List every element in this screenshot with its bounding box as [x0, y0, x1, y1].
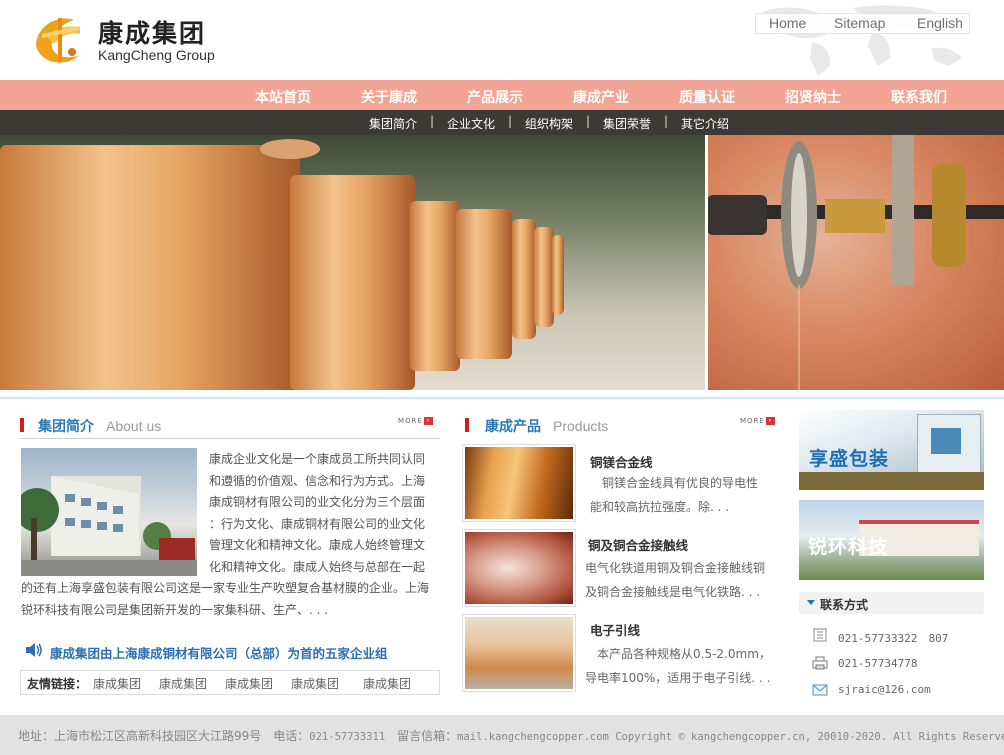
about-title: 集团简介	[38, 419, 94, 435]
about-text-line: 锐环科技有限公司是集团新开发的一家集科研、生产、. . .	[21, 603, 329, 617]
about-title-en: About us	[106, 418, 162, 434]
nav-item-jobs[interactable]: 招贤纳士	[785, 87, 841, 107]
section-marker	[20, 418, 24, 432]
ad-banner-ruihuan[interactable]: 锐环科技	[799, 500, 984, 580]
logo-chinese-name: 康成集团	[98, 19, 207, 48]
product-name[interactable]: 铜及铜合金接触线	[588, 535, 688, 554]
product-desc: 电气化铁道用铜及铜合金接触线铜	[585, 561, 766, 575]
products-title: 康成产品	[485, 419, 541, 435]
subnav-item-other[interactable]: 其它介绍	[681, 115, 729, 132]
products-more-link[interactable]: MORE ›	[740, 417, 775, 425]
product-image-copper-magnesium[interactable]	[462, 444, 576, 522]
subnav-item-honors[interactable]: 集团荣誉	[603, 115, 651, 132]
nav-item-home[interactable]: 本站首页	[255, 87, 311, 107]
kangcheng-logo-icon[interactable]	[28, 8, 90, 70]
footer-text: 地址：上海市松江区高新科技园区大江路99号 电话：021-57733311 留言…	[18, 727, 1004, 744]
ad-label: 锐环科技	[808, 536, 889, 558]
product-desc: 本产品各种规格从0.5-2.0mm，	[585, 647, 771, 661]
more-label: MORE	[398, 417, 423, 425]
contact-email[interactable]: sjraic@126.com	[838, 683, 931, 696]
nav-item-quality[interactable]: 质量认证	[679, 87, 735, 107]
speaker-icon	[26, 643, 42, 657]
product-name[interactable]: 电子引线	[590, 620, 640, 639]
about-text-line: 的还有上海享盛包装有限公司这是一家专业生产吹塑复合基材膜的企业。上海	[21, 581, 430, 595]
friend-link[interactable]: 康成集团	[291, 675, 339, 692]
subnav-separator: |	[664, 114, 669, 128]
about-text-line: 康成企业文化是一个康成员工所共同认同	[209, 452, 426, 466]
contact-fax: 021-57734778	[838, 657, 918, 670]
english-link[interactable]: English	[917, 15, 963, 31]
logo-english-name: KangCheng Group	[98, 47, 215, 63]
friend-link[interactable]: 康成集团	[93, 675, 141, 692]
product-desc: 导电率100%，适用于电子引线. . .	[585, 671, 771, 685]
contact-header: 联系方式	[799, 592, 984, 614]
friend-link[interactable]: 康成集团	[225, 675, 273, 692]
news-ticker[interactable]: 康成集团由上海康成铜材有限公司（总部）为首的五家企业组	[50, 643, 388, 662]
more-label: MORE	[740, 417, 765, 425]
subnav-item-intro[interactable]: 集团简介	[369, 115, 417, 132]
about-more-link[interactable]: MORE ›	[398, 417, 433, 425]
top-links-bar: Home Sitemap English	[755, 13, 970, 34]
phone-book-icon	[813, 628, 827, 642]
subnav-item-structure[interactable]: 组织构架	[525, 115, 573, 132]
nav-item-industry[interactable]: 康成产业	[573, 87, 629, 107]
main-nav: 本站首页 关于康成 产品展示 康成产业 质量认证 招贤纳士 联系我们	[0, 80, 1004, 110]
wire-pulley-photo	[707, 135, 1004, 390]
product-image-electronic-lead[interactable]	[462, 614, 576, 692]
footer-phone: 021-57733311	[309, 731, 386, 743]
copper-spools-photo	[0, 135, 707, 390]
friend-link[interactable]: 康成集团	[159, 675, 207, 692]
friend-links-label: 友情链接：	[27, 677, 88, 691]
home-link[interactable]: Home	[769, 15, 806, 31]
nav-item-contact[interactable]: 联系我们	[891, 87, 947, 107]
subnav-item-culture[interactable]: 企业文化	[447, 115, 495, 132]
footer: 地址：上海市松江区高新科技园区大江路99号 电话：021-57733311 留言…	[0, 715, 1004, 755]
email-icon	[812, 684, 828, 696]
products-title-en: Products	[553, 418, 609, 434]
contact-title: 联系方式	[820, 598, 869, 612]
sitemap-link[interactable]: Sitemap	[834, 15, 885, 31]
product-name[interactable]: 铜镁合金线	[590, 452, 653, 471]
more-arrow-icon: ›	[765, 417, 775, 425]
chevron-down-icon	[807, 600, 815, 605]
ad-label: 享盛包装	[809, 448, 890, 470]
product-desc: 能和较高抗拉强度。除. . .	[590, 500, 730, 514]
footer-address: 地址：上海市松江区高新科技园区大江路99号 电话：	[18, 729, 310, 743]
hero-banner	[0, 135, 1004, 390]
contact-phone: 021-57733322 807	[838, 632, 949, 645]
header: 康成集团 KangCheng Group Home Sitemap Englis…	[0, 0, 1004, 80]
nav-item-products[interactable]: 产品展示	[467, 87, 523, 107]
product-desc: 及铜合金接触线是电气化铁路. . .	[585, 585, 761, 599]
product-image-contact-wire[interactable]	[462, 529, 576, 607]
fax-icon	[812, 656, 828, 670]
about-text-line: ：行为文化、康成铜材有限公司的业文化	[209, 517, 426, 531]
about-text-line: 管理文化和精神文化。康成人始终管理文	[209, 538, 426, 552]
ad-banner-xiangsheng[interactable]: 享盛包装	[799, 410, 984, 490]
about-text-line: 化和精神文化。康成人始终与总部在一起	[209, 560, 426, 574]
product-desc: 铜镁合金线具有优良的导电性	[590, 476, 759, 490]
company-building-photo[interactable]	[21, 448, 197, 576]
section-marker	[465, 418, 469, 432]
more-arrow-icon: ›	[423, 417, 433, 425]
subnav-separator: |	[430, 114, 435, 128]
about-text-line: 康成铜材有限公司的业文化分为三个层面	[209, 495, 426, 509]
about-text-line: 和遵循的价值观、信念和行为方式。上海	[209, 474, 426, 488]
nav-item-about[interactable]: 关于康成	[361, 87, 417, 107]
footer-mail-label: 留言信箱：	[385, 729, 458, 743]
friend-link[interactable]: 康成集团	[363, 675, 411, 692]
sub-nav: 集团简介 | 企业文化 | 组织构架 | 集团荣誉 | 其它介绍	[0, 110, 1004, 135]
footer-copyright: mail.kangchengcopper.com Copyright © kan…	[457, 731, 1004, 743]
subnav-separator: |	[586, 114, 591, 128]
subnav-separator: |	[508, 114, 513, 128]
friend-links-box: 友情链接： 康成集团 康成集团 康成集团 康成集团 康成集团	[20, 670, 440, 695]
